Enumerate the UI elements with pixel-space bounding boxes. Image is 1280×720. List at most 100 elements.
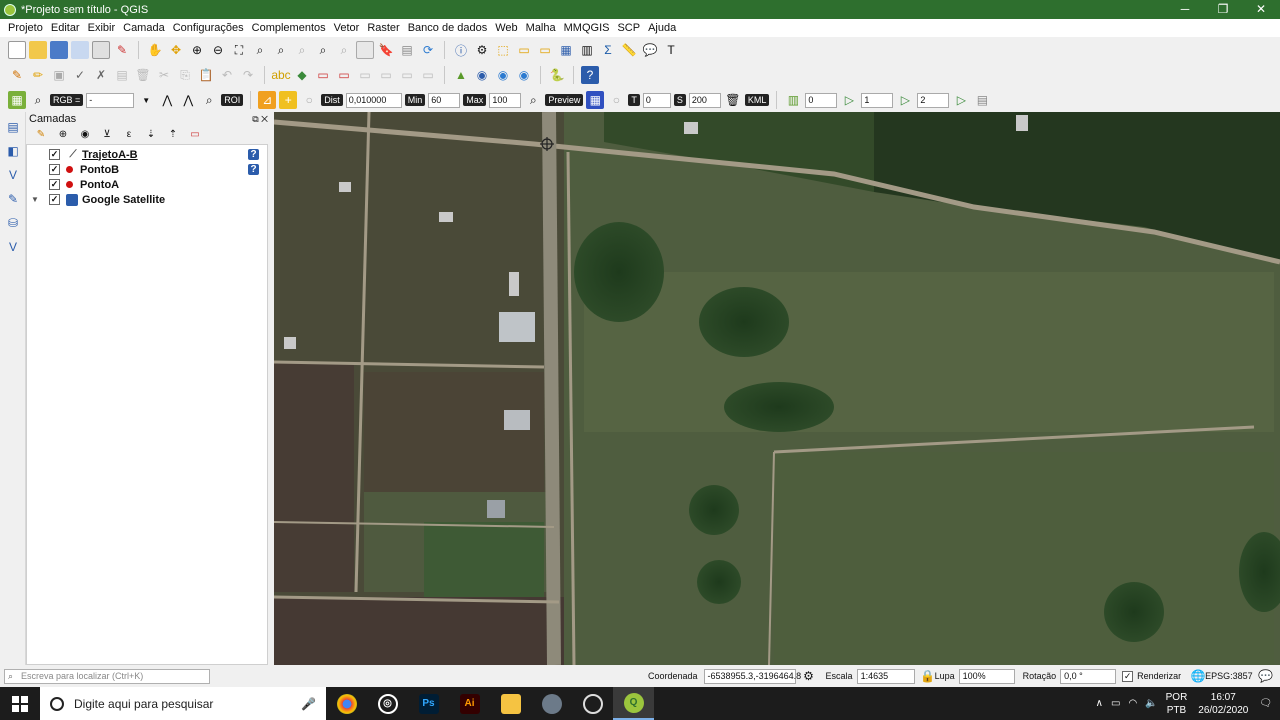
digitize-icon[interactable]: ✓ bbox=[71, 66, 89, 84]
zoom-preview-icon[interactable]: ⌕ bbox=[524, 91, 542, 109]
save-project-icon[interactable] bbox=[50, 41, 68, 59]
globe-app-taskbar-icon[interactable] bbox=[531, 687, 572, 720]
redo-roi-icon[interactable]: ○ bbox=[300, 91, 318, 109]
steam-taskbar-icon[interactable] bbox=[572, 687, 613, 720]
new-project-icon[interactable] bbox=[8, 41, 26, 59]
text-annotation-icon[interactable]: T bbox=[662, 41, 680, 59]
save-edits-icon[interactable]: ▣ bbox=[50, 66, 68, 84]
bookmark-icon[interactable]: 🔖 bbox=[377, 41, 395, 59]
preview-label[interactable]: Preview bbox=[545, 94, 584, 106]
georeferencer-icon[interactable]: ▲ bbox=[452, 66, 470, 84]
lock-scale-icon[interactable]: 🔒 bbox=[920, 669, 935, 683]
chrome-taskbar-icon[interactable] bbox=[326, 687, 367, 720]
menu-raster[interactable]: Raster bbox=[363, 22, 403, 34]
menu-editar[interactable]: Editar bbox=[47, 22, 84, 34]
statistics-sum-icon[interactable]: Σ bbox=[599, 41, 617, 59]
identify-features-icon[interactable]: ⓘ bbox=[452, 41, 470, 59]
menu-malha[interactable]: Malha bbox=[522, 22, 560, 34]
band-4-icon[interactable]: ▷ bbox=[952, 91, 970, 109]
media-player-taskbar-icon[interactable]: ◎ bbox=[367, 687, 408, 720]
zoom-roi-icon[interactable]: ⌕ bbox=[200, 91, 218, 109]
minimize-button[interactable]: ─ bbox=[1166, 0, 1204, 19]
manage-themes-icon[interactable]: ◉ bbox=[76, 125, 94, 143]
close-button[interactable]: ✕ bbox=[1242, 0, 1280, 19]
pan-to-selection-icon[interactable]: ✥ bbox=[167, 41, 185, 59]
menu-mmqgis[interactable]: MMQGIS bbox=[560, 22, 614, 34]
layer-labeling-icon[interactable]: ◆ bbox=[293, 66, 311, 84]
map-tips-icon[interactable]: 💬 bbox=[641, 41, 659, 59]
layer-styling-icon[interactable]: ✎ bbox=[32, 125, 50, 143]
max-input[interactable]: 100 bbox=[489, 92, 522, 108]
print-layout-icon[interactable] bbox=[92, 41, 110, 59]
scale-field[interactable]: 1:4635 bbox=[856, 668, 915, 684]
show-hide-labels-icon[interactable]: ▭ bbox=[419, 66, 437, 84]
menu-complementos[interactable]: Complementos bbox=[248, 22, 330, 34]
unknown-crs-icon[interactable]: ? bbox=[248, 164, 259, 175]
select-by-value-icon[interactable]: ▭ bbox=[515, 41, 533, 59]
field-calculator-icon[interactable]: ▥ bbox=[578, 41, 596, 59]
run-action-icon[interactable]: ⚙ bbox=[473, 41, 491, 59]
map-canvas[interactable] bbox=[274, 112, 1280, 665]
remove-temp-files-icon[interactable]: 🗑 bbox=[724, 91, 742, 109]
t-input[interactable]: 0 bbox=[642, 92, 671, 108]
menu-scp[interactable]: SCP bbox=[613, 22, 644, 34]
menu-configuracoes[interactable]: Configurações bbox=[169, 22, 248, 34]
zoom-out-icon[interactable]: ⊖ bbox=[209, 41, 227, 59]
add-spatialite-icon[interactable]: ⛁ bbox=[4, 214, 22, 232]
add-virtual-layer-icon[interactable]: V bbox=[4, 238, 22, 256]
highlight-labels-icon[interactable]: ▭ bbox=[335, 66, 353, 84]
pan-hand-icon[interactable]: ✋ bbox=[146, 41, 164, 59]
layer-row[interactable]: ✓ PontoA bbox=[27, 177, 267, 192]
data-source-manager-icon[interactable]: ▤ bbox=[4, 118, 22, 136]
label-tool-icon[interactable]: abc bbox=[271, 66, 290, 84]
zoom-to-layer-icon[interactable]: ⌕ bbox=[272, 41, 290, 59]
scp-main-icon[interactable]: ▦ bbox=[8, 91, 26, 109]
scp-dock-icon[interactable]: ◉ bbox=[494, 66, 512, 84]
add-vector-layer-icon[interactable]: ◧ bbox=[4, 142, 22, 160]
clock[interactable]: 16:07 26/02/2020 bbox=[1195, 691, 1251, 717]
add-group-icon[interactable]: ⊕ bbox=[54, 125, 72, 143]
filter-expression-icon[interactable]: ε bbox=[120, 125, 138, 143]
volume-icon[interactable]: 🔈 bbox=[1145, 698, 1157, 709]
menu-vetor[interactable]: Vetor bbox=[330, 22, 364, 34]
add-raster-layer-icon[interactable]: V bbox=[4, 166, 22, 184]
toggle-extents-icon[interactable]: ⚙ bbox=[802, 669, 816, 683]
layer-row[interactable]: ✓ ⟋ TrajetoA-B ? bbox=[27, 147, 267, 162]
expand-arrow-icon[interactable]: ▼ bbox=[30, 195, 40, 204]
show-hidden-icons-icon[interactable]: ∧ bbox=[1096, 698, 1103, 709]
create-roi-icon[interactable]: ⊿ bbox=[258, 91, 277, 109]
photoshop-taskbar-icon[interactable]: Ps bbox=[408, 687, 449, 720]
zoom-in-icon[interactable]: ⊕ bbox=[188, 41, 206, 59]
language-indicator[interactable]: POR PTB bbox=[1166, 691, 1188, 717]
vertex-tool-icon[interactable]: ✗ bbox=[92, 66, 110, 84]
menu-ajuda[interactable]: Ajuda bbox=[644, 22, 680, 34]
change-label-icon[interactable]: ▭ bbox=[398, 66, 416, 84]
menu-camada[interactable]: Camada bbox=[119, 22, 169, 34]
rotation-field[interactable]: 0,0 ° bbox=[1060, 668, 1117, 684]
expand-all-icon[interactable]: ⇣ bbox=[142, 125, 160, 143]
file-explorer-taskbar-icon[interactable] bbox=[490, 687, 531, 720]
rotate-label-icon[interactable]: ▭ bbox=[377, 66, 395, 84]
band-2-input[interactable]: 1 bbox=[861, 92, 894, 108]
crs-label[interactable]: EPSG:3857 bbox=[1205, 671, 1253, 681]
crs-globe-icon[interactable]: 🌐 bbox=[1191, 669, 1206, 683]
layer-visibility-checkbox[interactable]: ✓ bbox=[49, 194, 60, 205]
start-button[interactable] bbox=[0, 687, 40, 720]
taskbar-search-box[interactable]: Digite aqui para pesquisar 🎤 bbox=[40, 687, 326, 720]
close-panel-icon[interactable]: ✕ bbox=[261, 114, 268, 124]
redo-icon[interactable]: ↷ bbox=[239, 66, 257, 84]
maximize-button[interactable]: ❐ bbox=[1204, 0, 1242, 19]
filter-legend-icon[interactable]: ⊻ bbox=[98, 125, 116, 143]
layer-row[interactable]: ▼ ✓ Google Satellite bbox=[27, 192, 267, 207]
show-bookmarks-icon[interactable]: ▤ bbox=[398, 41, 416, 59]
battery-icon[interactable]: ▭ bbox=[1111, 698, 1120, 709]
select-features-icon[interactable]: ⬚ bbox=[494, 41, 512, 59]
move-label-icon[interactable]: ▭ bbox=[356, 66, 374, 84]
zoom-last-icon[interactable]: ⌕ bbox=[314, 41, 332, 59]
roi-pointer-icon[interactable]: + bbox=[279, 91, 298, 109]
zoom-native-icon[interactable]: ⌕ bbox=[293, 41, 311, 59]
band-1-input[interactable]: 0 bbox=[805, 92, 838, 108]
layer-row[interactable]: ✓ PontoB ? bbox=[27, 162, 267, 177]
toggle-editing-icon[interactable]: ✏ bbox=[29, 66, 47, 84]
band-extra-icon[interactable]: ▤ bbox=[973, 91, 991, 109]
